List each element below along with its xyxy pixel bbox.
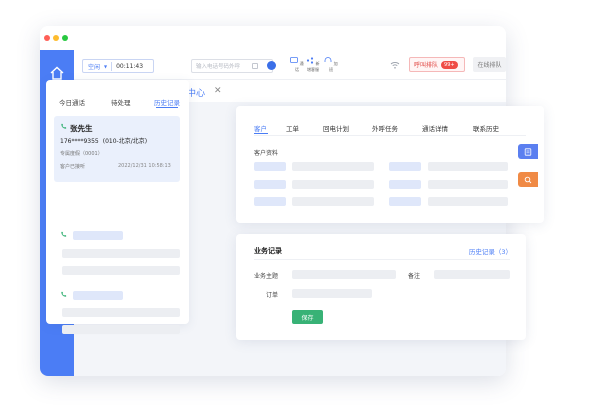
field-value-placeholder (428, 197, 508, 206)
tab-customer[interactable]: 客户 (254, 123, 267, 133)
active-tab-indicator (254, 133, 268, 134)
call-status: 客户已接听 (60, 164, 86, 170)
divider (111, 61, 113, 71)
business-record-panel: 业务记录 历史记录（3） 业务主题 备注 订单 保存 (236, 234, 526, 340)
field-label-placeholder (254, 197, 286, 206)
tab-pending[interactable]: 待处理 (111, 97, 131, 107)
online-queue-button[interactable]: 在线排队 (473, 57, 506, 72)
divider (254, 135, 526, 136)
field-value-placeholder (292, 162, 374, 171)
wifi-icon (390, 62, 400, 69)
order-input[interactable] (292, 289, 372, 298)
history-link[interactable]: 历史记录（3） (469, 246, 512, 256)
placeholder-bar (73, 291, 123, 300)
queue-count-badge: 99+ (441, 60, 458, 69)
phone-call-icon (61, 291, 67, 297)
field-label-placeholder (389, 180, 421, 189)
subject-input[interactable] (292, 270, 396, 279)
placeholder-bar (62, 325, 180, 334)
online-queue-label: 在线排队 (477, 62, 502, 69)
tab-callback-plan[interactable]: 回电计划 (323, 123, 349, 133)
call-record-item[interactable]: 张先生 176****9355 (010-北京/北京) 专属度假（0001） 客户… (54, 116, 180, 182)
dial-button[interactable] (267, 61, 276, 70)
headset-icon (324, 57, 332, 62)
field-value-placeholder (292, 180, 374, 189)
phone-input-placeholder: 输入电话号码外呼 (196, 64, 241, 70)
section-title: 客户资料 (254, 150, 279, 157)
field-value-placeholder (292, 197, 374, 206)
call-time: 2022/12/31 10:58:13 (118, 163, 171, 169)
subject-label: 业务主题 (254, 273, 279, 280)
minimize-window-button[interactable] (53, 35, 59, 41)
document-side-tab[interactable] (518, 144, 538, 159)
call-queue-button[interactable]: 呼叫排队 99+ (409, 57, 465, 72)
tab-work-order[interactable]: 工单 (286, 123, 299, 133)
title-bar (40, 26, 506, 50)
overtime-tool[interactable]: 加班 (324, 57, 338, 73)
call-queue-label: 呼叫排队 (414, 62, 439, 69)
caller-number: 176****9355 (60, 138, 99, 145)
placeholder-bar (62, 249, 180, 258)
phone-number-input[interactable]: 输入电话号码外呼 (191, 59, 273, 73)
customer-info-panel: 客户 工单 回电计划 外呼任务 通话详情 联系历史 客户资料 (236, 106, 544, 223)
tab-contact-history[interactable]: 联系历史 (473, 123, 499, 133)
keypad-icon[interactable] (252, 63, 258, 69)
note-input[interactable] (434, 270, 510, 279)
call-list-panel: 今日通话 待处理 历史记录 张先生 176****9355 (010-北京/北京)… (46, 80, 189, 324)
placeholder-bar (62, 266, 180, 275)
active-tab-indicator (156, 107, 178, 108)
close-icon[interactable]: ✕ (214, 86, 222, 96)
add-agent-tool[interactable]: 新增客服 (306, 57, 320, 73)
top-toolbar: 空闲 ▼ 00:11:43 输入电话号码外呼 通话 新增客服 加班 呼叫排队 9… (74, 50, 506, 80)
home-icon[interactable] (49, 65, 65, 81)
order-label: 订单 (266, 292, 279, 299)
close-window-button[interactable] (44, 35, 50, 41)
maximize-window-button[interactable] (62, 35, 68, 41)
phone-call-icon (61, 123, 67, 129)
placeholder-bar (73, 231, 123, 240)
panel-title: 业务记录 (254, 247, 282, 255)
field-value-placeholder (428, 180, 508, 189)
caller-number-line: 176****9355 (010-北京/北京) (60, 136, 147, 145)
tab-call-details[interactable]: 通话详情 (422, 123, 448, 133)
chat-icon (290, 57, 299, 63)
caller-name: 张先生 (70, 124, 93, 133)
field-label-placeholder (389, 162, 421, 171)
search-icon (524, 176, 532, 183)
field-label-placeholder (254, 162, 286, 171)
field-value-placeholder (428, 162, 508, 171)
tab-outbound-task[interactable]: 外呼任务 (372, 123, 398, 133)
tab-history[interactable]: 历史记录 (154, 97, 180, 107)
phone-call-icon (61, 231, 67, 237)
tab-today-calls[interactable]: 今日通话 (59, 97, 85, 107)
call-tool[interactable]: 通话 (290, 57, 304, 73)
field-label-placeholder (254, 180, 286, 189)
agent-status-select[interactable]: 空闲 ▼ 00:11:43 (82, 59, 154, 73)
status-label: 空闲 (88, 63, 101, 71)
call-timer: 00:11:43 (116, 62, 144, 70)
field-label-placeholder (389, 197, 421, 206)
divider (254, 259, 510, 260)
chevron-down-icon: ▼ (104, 63, 108, 69)
share-icon (307, 57, 314, 64)
note-label: 备注 (408, 273, 421, 280)
call-group: 专属度假（0001） (60, 151, 103, 157)
caller-location: (010-北京/北京) (102, 138, 148, 145)
document-icon (524, 147, 532, 156)
search-side-tab[interactable] (518, 172, 538, 187)
placeholder-bar (62, 308, 180, 317)
save-button[interactable]: 保存 (292, 310, 323, 324)
